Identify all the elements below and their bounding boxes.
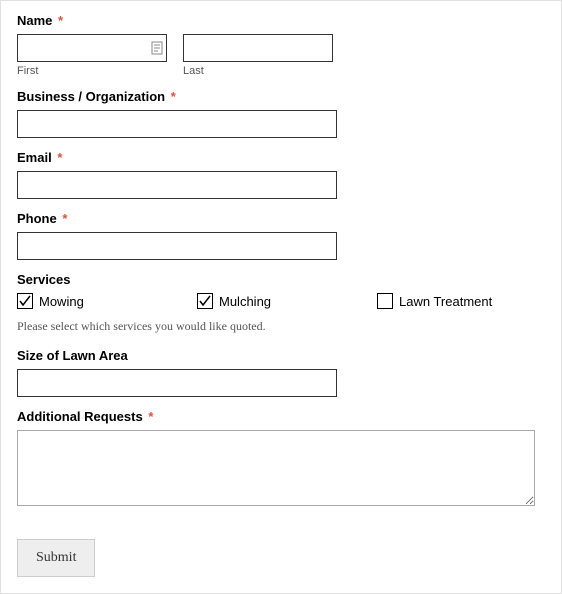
required-marker: * [62, 211, 67, 226]
service-label-mulching: Mulching [219, 294, 271, 309]
business-label: Business / Organization * [17, 89, 545, 104]
phone-label-text: Phone [17, 211, 57, 226]
service-item-mulching: Mulching [197, 293, 357, 309]
required-marker: * [171, 89, 176, 104]
required-marker: * [148, 409, 153, 424]
email-label: Email * [17, 150, 545, 165]
phone-label: Phone * [17, 211, 545, 226]
services-label-text: Services [17, 272, 71, 287]
service-item-mowing: Mowing [17, 293, 177, 309]
checkbox-mulching[interactable] [197, 293, 213, 309]
name-group: Name * First Last [17, 13, 545, 77]
last-name-sublabel: Last [183, 65, 333, 77]
name-row: First Last [17, 34, 545, 77]
service-label-mowing: Mowing [39, 294, 84, 309]
checkbox-mowing[interactable] [17, 293, 33, 309]
business-input[interactable] [17, 110, 337, 138]
phone-input[interactable] [17, 232, 337, 260]
lawn-size-label-text: Size of Lawn Area [17, 348, 128, 363]
checkbox-lawn-treatment[interactable] [377, 293, 393, 309]
lawn-size-input[interactable] [17, 369, 337, 397]
required-marker: * [57, 150, 62, 165]
lawn-size-group: Size of Lawn Area [17, 348, 545, 397]
services-group: Services Mowing Mulching Lawn Treatment [17, 272, 545, 334]
first-name-wrap [17, 34, 167, 62]
services-row: Mowing Mulching Lawn Treatment [17, 293, 545, 309]
additional-label-text: Additional Requests [17, 409, 143, 424]
first-name-input[interactable] [17, 34, 167, 62]
last-name-col: Last [183, 34, 333, 77]
required-marker: * [58, 13, 63, 28]
quote-form: Name * First Last Business / Organizatio… [0, 0, 562, 594]
email-input[interactable] [17, 171, 337, 199]
email-group: Email * [17, 150, 545, 199]
services-label: Services [17, 272, 545, 287]
name-label-text: Name [17, 13, 52, 28]
first-name-col: First [17, 34, 167, 77]
lawn-size-label: Size of Lawn Area [17, 348, 545, 363]
phone-group: Phone * [17, 211, 545, 260]
service-label-lawn-treatment: Lawn Treatment [399, 294, 492, 309]
submit-button[interactable]: Submit [17, 539, 95, 577]
first-name-sublabel: First [17, 65, 167, 77]
name-label: Name * [17, 13, 545, 28]
service-item-lawn-treatment: Lawn Treatment [377, 293, 537, 309]
services-hint: Please select which services you would l… [17, 319, 545, 334]
email-label-text: Email [17, 150, 52, 165]
last-name-input[interactable] [183, 34, 333, 62]
additional-textarea[interactable] [17, 430, 535, 506]
additional-group: Additional Requests * [17, 409, 545, 511]
business-group: Business / Organization * [17, 89, 545, 138]
check-icon [19, 295, 31, 307]
check-icon [199, 295, 211, 307]
additional-label: Additional Requests * [17, 409, 545, 424]
business-label-text: Business / Organization [17, 89, 165, 104]
